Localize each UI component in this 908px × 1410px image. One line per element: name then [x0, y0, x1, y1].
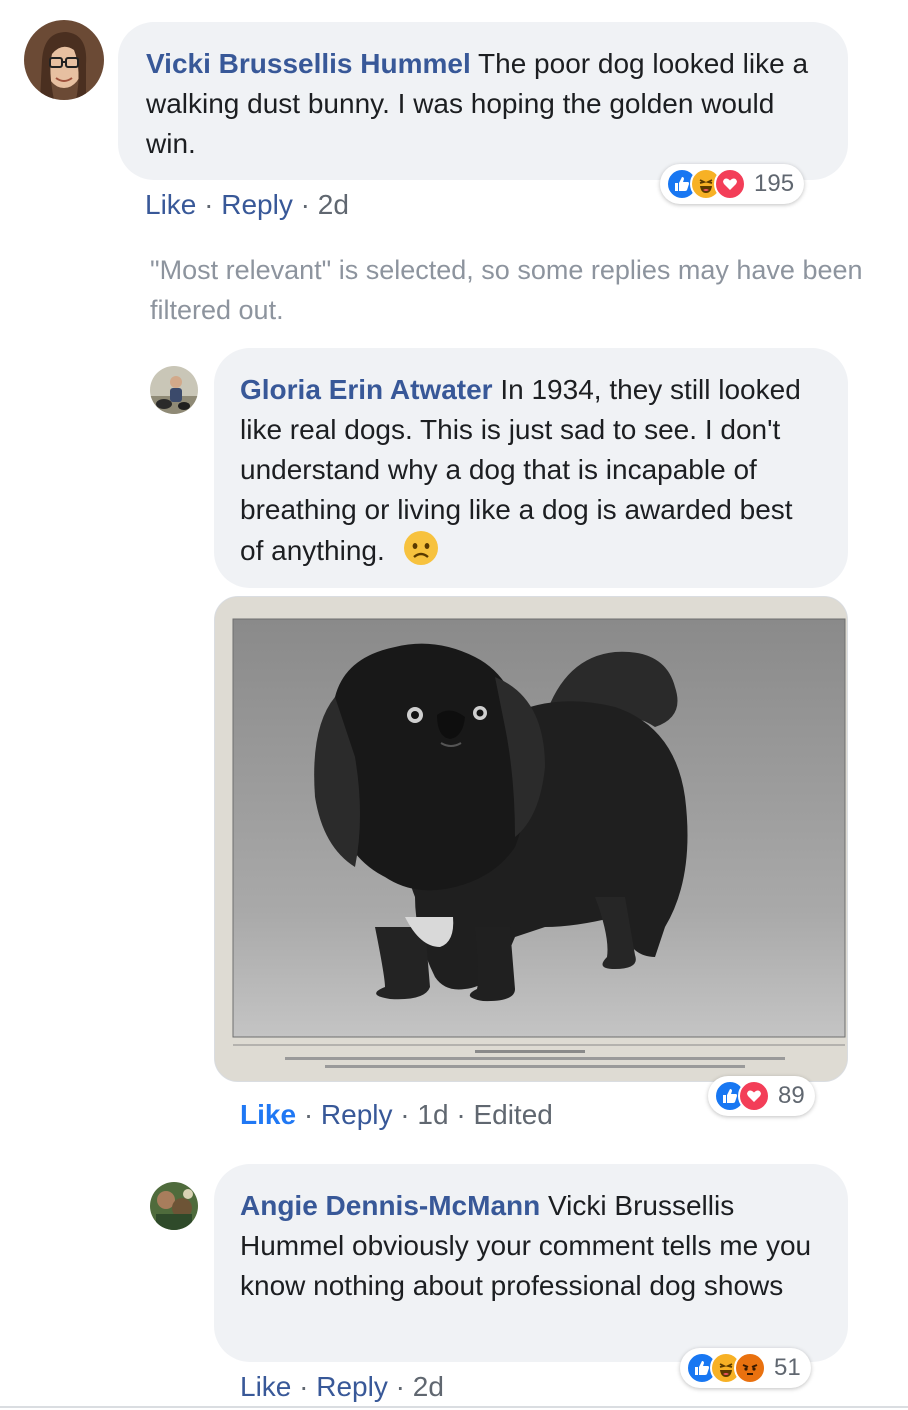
reply-timestamp[interactable]: 2d	[413, 1371, 444, 1402]
filter-note: "Most relevant" is selected, so some rep…	[150, 255, 863, 325]
love-icon	[714, 168, 746, 200]
love-icon	[738, 1080, 770, 1112]
reply-bubble: Gloria Erin Atwater In 1934, they still …	[214, 348, 848, 588]
angry-icon	[734, 1352, 766, 1384]
reply-button[interactable]: Reply	[321, 1099, 393, 1130]
comment-actions: Like · Reply · 2d	[145, 189, 349, 220]
like-button[interactable]: Like	[240, 1099, 296, 1130]
comment-reactions[interactable]: 195	[660, 164, 805, 204]
like-button[interactable]: Like	[145, 189, 196, 220]
reply-timestamp[interactable]: 1d	[417, 1099, 448, 1130]
edited-label[interactable]: Edited	[473, 1099, 552, 1130]
reply-bubble: Angie Dennis-McMann Vicki Brussellis Hum…	[214, 1164, 848, 1362]
bottom-divider	[0, 1406, 908, 1408]
reaction-count: 89	[778, 1082, 805, 1109]
avatar-vicki[interactable]	[24, 20, 104, 100]
reply-author[interactable]: Angie Dennis-McMann	[240, 1190, 540, 1221]
reply-actions: Like · Reply · 2d	[240, 1371, 444, 1402]
reaction-count: 195	[754, 170, 795, 197]
sad-face-icon	[403, 530, 439, 566]
avatar-gloria[interactable]	[150, 366, 198, 414]
like-button[interactable]: Like	[240, 1371, 291, 1402]
reply-author[interactable]: Gloria Erin Atwater	[240, 374, 493, 405]
comment-bubble: Vicki Brussellis Hummel The poor dog loo…	[118, 22, 848, 180]
reply-actions: Like · Reply · 1d · Edited	[240, 1099, 553, 1130]
comment-timestamp[interactable]: 2d	[318, 189, 349, 220]
reply-button[interactable]: Reply	[221, 189, 293, 220]
comment-author[interactable]: Vicki Brussellis Hummel	[146, 48, 471, 79]
reaction-count: 51	[774, 1354, 801, 1381]
reply-reactions[interactable]: 89	[708, 1076, 815, 1116]
reply-photo[interactable]	[214, 596, 848, 1082]
reply-button[interactable]: Reply	[316, 1371, 388, 1402]
reply-reactions[interactable]: 51	[680, 1348, 811, 1388]
avatar-angie[interactable]	[150, 1182, 198, 1230]
